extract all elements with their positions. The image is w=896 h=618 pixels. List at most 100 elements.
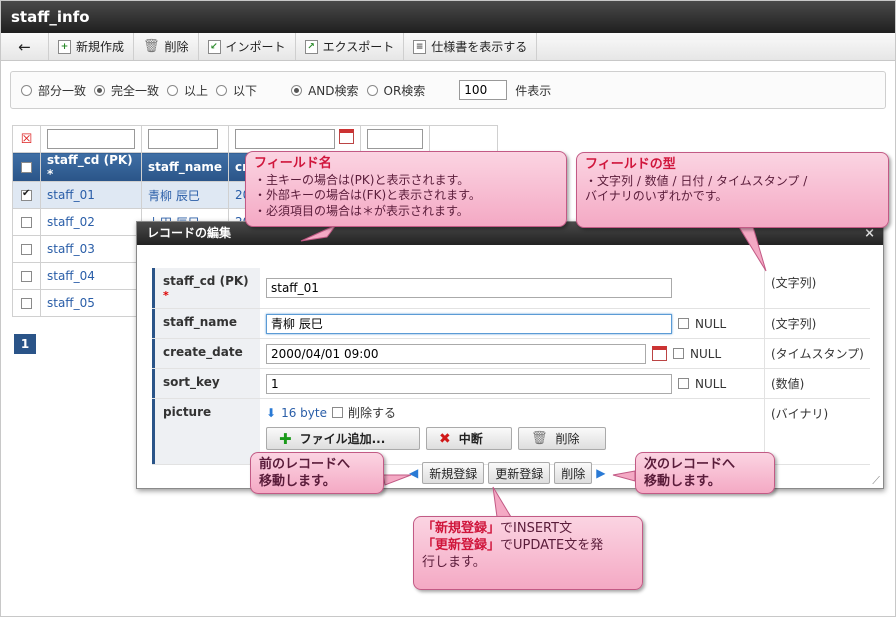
download-icon[interactable]: ⬇ xyxy=(266,406,276,420)
delete-file-label: 削除する xyxy=(347,406,396,420)
callout-prev-line2: 移動します。 xyxy=(259,473,336,489)
filter-row: ☒ xyxy=(12,125,498,153)
spec-button[interactable]: ≡ 仕様書を表示する xyxy=(404,33,538,60)
cell-staff-cd[interactable]: staff_05 xyxy=(40,289,142,317)
radio-and[interactable] xyxy=(291,84,303,96)
row-checkbox[interactable] xyxy=(21,217,32,228)
prev-record-icon[interactable]: ◀ xyxy=(409,466,418,480)
filter-sort-key[interactable] xyxy=(366,129,423,149)
null-label: NULL xyxy=(695,376,727,391)
callout-register-b2: でUPDATE文を発 xyxy=(500,537,604,553)
header-staff-cd[interactable]: staff_cd (PK) * xyxy=(40,152,142,182)
callout-field-name-line2: ・外部キーの場合は(FK)と表示されます。 xyxy=(254,188,481,203)
delete-file-checkbox[interactable] xyxy=(331,407,343,418)
radio-or-label: OR検索 xyxy=(383,83,426,98)
null-label: NULL xyxy=(695,316,727,331)
next-record-icon[interactable]: ▶ xyxy=(596,466,605,480)
callout-field-type-line2: バイナリのいずれかです。 xyxy=(585,189,728,204)
import-button-label: インポート xyxy=(225,40,286,54)
callout-next-line2: 移動します。 xyxy=(644,473,721,489)
null-checkbox[interactable] xyxy=(673,348,684,359)
row-checkbox[interactable] xyxy=(21,244,32,255)
window-title: staff_info xyxy=(1,1,895,33)
callout-field-type-line1: ・文字列 / 数値 / 日付 / タイムスタンプ / xyxy=(585,173,808,188)
filter-staff-name[interactable] xyxy=(148,129,218,149)
field-type: (タイムスタンプ) xyxy=(764,339,870,368)
back-arrow-icon: ← xyxy=(18,37,31,56)
add-file-button[interactable]: ✚ ファイル追加... xyxy=(266,427,420,450)
radio-lte-label: 以下 xyxy=(233,83,258,98)
staff-cd-input[interactable] xyxy=(266,278,672,298)
register-new-button[interactable]: 新規登録 xyxy=(422,462,485,484)
page-1-button[interactable]: 1 xyxy=(14,334,36,354)
staff-name-input[interactable] xyxy=(266,313,672,334)
calendar-icon[interactable] xyxy=(338,128,354,144)
cancel-upload-button[interactable]: ✖ 中断 xyxy=(426,427,512,450)
callout-prev-line1: 前のレコードへ xyxy=(259,457,351,472)
record-form: staff_cd (PK) * (文字列) staff_name NULL (文… xyxy=(152,268,870,465)
field-label: staff_cd (PK) * xyxy=(152,268,260,308)
radio-lte[interactable] xyxy=(216,84,228,96)
radio-exact-label: 完全一致 xyxy=(111,83,160,98)
delete-button[interactable]: 🗑 削除 xyxy=(134,33,199,60)
count-input[interactable] xyxy=(459,80,508,100)
field-row-sort-key: sort_key NULL (数値) xyxy=(152,369,870,399)
row-checkbox[interactable] xyxy=(21,188,32,201)
trash-icon: 🗑 xyxy=(531,431,548,446)
delete-record-button[interactable]: 削除 xyxy=(554,462,593,484)
field-label: create_date xyxy=(152,339,260,368)
radio-partial-label: 部分一致 xyxy=(38,83,87,98)
header-staff-name[interactable]: staff_name xyxy=(141,152,229,182)
radio-partial[interactable] xyxy=(21,84,32,96)
callout-register-b1: 「更新登録」 xyxy=(422,537,501,553)
trash-icon: 🗑 xyxy=(143,39,160,54)
create-date-input[interactable] xyxy=(266,343,646,364)
radio-and-label: AND検索 xyxy=(308,83,359,98)
radio-or[interactable] xyxy=(366,84,378,96)
filter-staff-cd[interactable] xyxy=(47,129,135,149)
cell-staff-cd[interactable]: staff_03 xyxy=(40,235,142,263)
register-update-button[interactable]: 更新登録 xyxy=(488,462,551,484)
cancel-label: 中断 xyxy=(458,432,483,446)
spec-sheet-icon: ≡ xyxy=(413,39,427,54)
cell-staff-cd[interactable]: staff_01 xyxy=(40,181,142,209)
callout-field-name: フィールド名 ・主キーの場合は(PK)と表示されます。 ・外部キーの場合は(FK… xyxy=(245,151,567,227)
radio-exact[interactable] xyxy=(94,84,106,96)
select-all-checkbox[interactable] xyxy=(21,162,32,173)
toolbar: ← + 新規作成 🗑 削除 ↙ インポート ↗ エクスポート ≡ 仕様書を表示する xyxy=(1,33,895,61)
import-button[interactable]: ↙ インポート xyxy=(199,33,296,60)
field-label: picture xyxy=(152,399,260,464)
field-type: (バイナリ) xyxy=(764,399,870,464)
remove-file-label: 削除 xyxy=(555,432,580,446)
back-button[interactable]: ← xyxy=(1,33,49,60)
clear-filter-icon[interactable]: ☒ xyxy=(21,132,33,147)
null-checkbox[interactable] xyxy=(678,318,689,329)
resize-grip-icon[interactable]: ⟋ xyxy=(872,474,880,488)
file-size-link[interactable]: 16 byte xyxy=(281,406,327,420)
add-file-label: ファイル追加... xyxy=(299,432,386,446)
field-type: (文字列) xyxy=(764,268,870,308)
radio-gte[interactable] xyxy=(167,84,179,96)
export-icon: ↗ xyxy=(304,39,318,54)
callout-next-line1: 次のレコードへ xyxy=(644,457,736,472)
sort-key-input[interactable] xyxy=(266,373,672,394)
field-row-create-date: create_date NULL (タイムスタンプ) xyxy=(152,339,870,369)
row-checkbox[interactable] xyxy=(21,298,32,309)
row-checkbox[interactable] xyxy=(21,271,32,282)
required-mark: * xyxy=(163,289,169,302)
callout-register-a1: 「新規登録」 xyxy=(422,521,501,536)
new-button[interactable]: + 新規作成 xyxy=(49,33,135,60)
edit-record-dialog: レコードの編集 × staff_cd (PK) * (文字列) staff_na… xyxy=(136,221,884,489)
clear-filter-cell: ☒ xyxy=(12,125,41,153)
cell-staff-cd[interactable]: staff_04 xyxy=(40,262,142,290)
calendar-icon[interactable] xyxy=(652,346,667,361)
callout-next-record: 次のレコードへ 移動します。 xyxy=(635,452,775,494)
export-button[interactable]: ↗ エクスポート xyxy=(296,33,405,60)
callout-field-type: フィールドの型 ・文字列 / 数値 / 日付 / タイムスタンプ / バイナリの… xyxy=(576,152,889,228)
null-checkbox[interactable] xyxy=(678,378,689,389)
remove-file-button[interactable]: 🗑 削除 xyxy=(518,427,606,450)
field-type: (数値) xyxy=(764,369,870,398)
filter-create-date[interactable] xyxy=(234,129,335,150)
cell-staff-cd[interactable]: staff_02 xyxy=(40,208,142,236)
radio-gte-label: 以上 xyxy=(184,83,209,98)
